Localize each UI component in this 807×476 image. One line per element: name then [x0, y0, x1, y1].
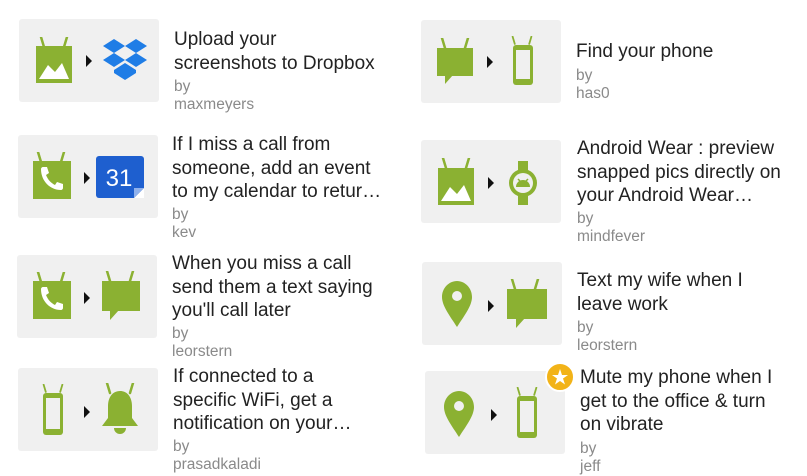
android-phone-call-icon [33, 272, 71, 319]
recipe-title[interactable]: Text my wife when I leave work [577, 269, 799, 316]
featured-star-badge [545, 362, 575, 392]
android-phone-icon [511, 36, 533, 85]
recipe-author[interactable]: by maxmeyers [174, 78, 254, 114]
arrow-right-icon [84, 406, 90, 418]
recipe-icon-tile[interactable]: 31 [18, 135, 158, 218]
android-photo-icon [438, 158, 474, 205]
android-screenshot-icon [36, 37, 72, 83]
recipe-grid-page: { "colors": { "android_green": "#8bb132"… [0, 0, 807, 475]
recipe-author[interactable]: by kev [172, 206, 196, 242]
arrow-right-icon [86, 55, 92, 67]
recipe-icon-tile[interactable] [421, 140, 561, 223]
arrow-right-icon [488, 177, 494, 189]
android-device-icon [516, 387, 538, 438]
google-calendar-icon: 31 [96, 156, 144, 198]
android-location-icon [444, 391, 474, 437]
recipe-author[interactable]: by mindfever [577, 210, 645, 246]
arrow-right-icon [487, 56, 493, 68]
recipe-title[interactable]: Find your phone [576, 40, 798, 64]
recipe-icon-tile[interactable] [422, 262, 562, 345]
android-location-icon [442, 281, 472, 327]
recipe-icon-tile[interactable] [421, 20, 561, 103]
android-sms-icon [507, 279, 547, 328]
recipe-icon-tile[interactable] [425, 371, 565, 454]
arrow-right-icon [488, 300, 494, 312]
android-phone-call-icon [33, 152, 71, 199]
android-device-icon [42, 384, 64, 435]
arrow-right-icon [84, 172, 90, 184]
svg-text:31: 31 [106, 165, 133, 192]
recipe-title[interactable]: If I miss a call from someone, add an ev… [172, 133, 394, 204]
recipe-title[interactable]: When you miss a call send them a text sa… [172, 252, 394, 323]
recipe-author[interactable]: by leorstern [172, 325, 232, 361]
android-sms-icon [102, 271, 140, 320]
android-wear-watch-icon [509, 161, 537, 205]
recipe-icon-tile[interactable] [19, 19, 159, 102]
recipe-author[interactable]: by has0 [576, 67, 610, 103]
recipe-author[interactable]: by prasadkaladi [173, 438, 261, 474]
recipe-icon-tile[interactable] [17, 255, 157, 338]
arrow-right-icon [84, 292, 90, 304]
android-notification-bell-icon [102, 383, 138, 434]
recipe-title[interactable]: Android Wear : preview snapped pics dire… [577, 137, 799, 208]
recipe-author[interactable]: by leorstern [577, 319, 637, 355]
arrow-right-icon [491, 409, 497, 421]
star-icon [552, 369, 568, 385]
recipe-title[interactable]: Mute my phone when I get to the office &… [580, 366, 802, 437]
recipe-title[interactable]: If connected to a specific WiFi, get a n… [173, 365, 395, 436]
recipe-title[interactable]: Upload your screenshots to Dropbox [174, 28, 396, 75]
android-sms-icon [437, 38, 473, 84]
recipe-icon-tile[interactable] [18, 368, 158, 451]
dropbox-icon [103, 39, 147, 80]
